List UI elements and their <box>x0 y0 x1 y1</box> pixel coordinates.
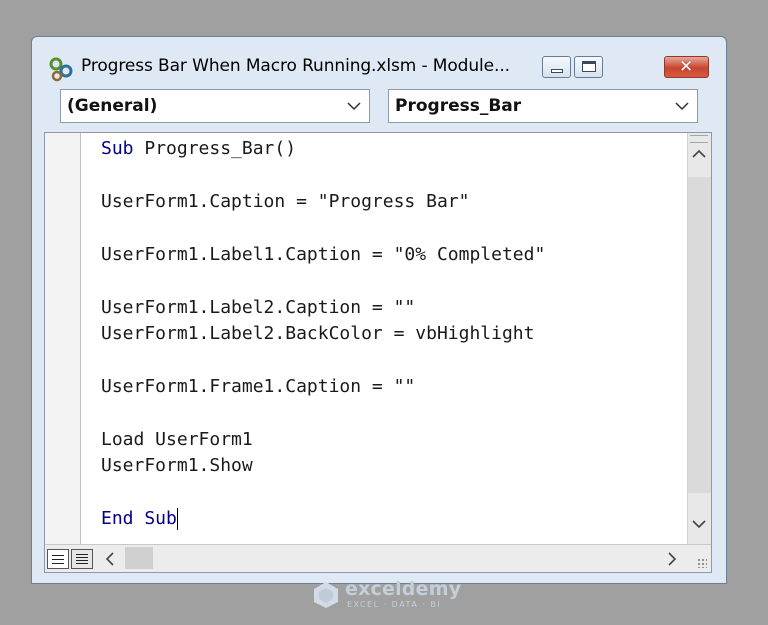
code-text: UserForm1.Label1.Caption = "0% Completed… <box>101 244 546 265</box>
code-text: Load UserForm1 <box>101 429 253 450</box>
split-bar-handle[interactable] <box>690 135 708 143</box>
resize-grip[interactable] <box>697 558 707 568</box>
code-text: Progress_Bar() <box>133 138 297 159</box>
code-text: UserForm1.Caption = "Progress Bar" <box>101 191 470 212</box>
vertical-scrollbar[interactable] <box>687 133 711 544</box>
procedure-view-button[interactable] <box>47 549 69 569</box>
chevron-right-icon[interactable] <box>667 552 677 566</box>
code-line[interactable]: Sub Progress_Bar() <box>101 138 296 160</box>
code-line[interactable]: UserForm1.Label2.Caption = "" <box>101 297 415 319</box>
code-text: UserForm1.Label2.BackColor = vbHighlight <box>101 323 535 344</box>
bottom-bar <box>45 544 711 572</box>
window-title: Progress Bar When Macro Running.xlsm - M… <box>81 56 510 76</box>
watermark-tagline: EXCEL · DATA · BI <box>347 600 442 609</box>
code-line[interactable]: UserForm1.Caption = "Progress Bar" <box>101 191 469 213</box>
exceldemy-watermark: exceldemy EXCEL · DATA · BI <box>311 578 461 612</box>
horizontal-scroll-thumb[interactable] <box>125 547 153 569</box>
minimize-button[interactable] <box>542 56 571 78</box>
code-line[interactable]: UserForm1.Label1.Caption = "0% Completed… <box>101 244 545 266</box>
watermark-name: exceldemy <box>345 578 462 600</box>
vba-module-icon <box>49 57 73 82</box>
vertical-scroll-thumb[interactable] <box>688 177 711 493</box>
maximize-button[interactable] <box>574 56 603 78</box>
chevron-down-icon <box>675 102 689 111</box>
code-text: UserForm1.Frame1.Caption = "" <box>101 376 416 397</box>
code-area[interactable]: Sub Progress_Bar() UserForm1.Caption = "… <box>101 133 685 544</box>
vba-code-window: Progress Bar When Macro Running.xlsm - M… <box>31 36 727 584</box>
chevron-down-icon <box>347 102 361 111</box>
code-line[interactable]: Load UserForm1 <box>101 429 253 451</box>
title-bar[interactable]: Progress Bar When Macro Running.xlsm - M… <box>32 37 726 85</box>
close-icon: ✕ <box>679 57 694 77</box>
chevron-down-icon[interactable] <box>692 519 706 529</box>
procedure-dropdown-value: Progress_Bar <box>395 96 522 116</box>
object-dropdown-value: (General) <box>67 96 158 116</box>
close-button[interactable]: ✕ <box>664 56 709 78</box>
code-text: UserForm1.Label2.Caption = "" <box>101 297 416 318</box>
code-keyword: Sub <box>101 138 134 159</box>
chevron-left-icon[interactable] <box>105 552 115 566</box>
code-line[interactable]: UserForm1.Show <box>101 455 253 477</box>
code-line[interactable]: UserForm1.Label2.BackColor = vbHighlight <box>101 323 534 345</box>
object-dropdown[interactable]: (General) <box>60 89 370 123</box>
full-module-view-button[interactable] <box>71 549 93 569</box>
procedure-dropdown[interactable]: Progress_Bar <box>388 89 698 123</box>
exceldemy-logo-icon <box>314 582 338 608</box>
code-editor[interactable]: Sub Progress_Bar() UserForm1.Caption = "… <box>44 132 712 573</box>
code-text: UserForm1.Show <box>101 455 253 476</box>
code-line[interactable]: End Sub <box>101 508 178 530</box>
code-keyword: End Sub <box>101 508 177 529</box>
code-line[interactable]: UserForm1.Frame1.Caption = "" <box>101 376 415 398</box>
margin-indicator-bar[interactable] <box>45 133 81 544</box>
chevron-up-icon[interactable] <box>692 149 706 159</box>
text-cursor <box>176 508 178 530</box>
